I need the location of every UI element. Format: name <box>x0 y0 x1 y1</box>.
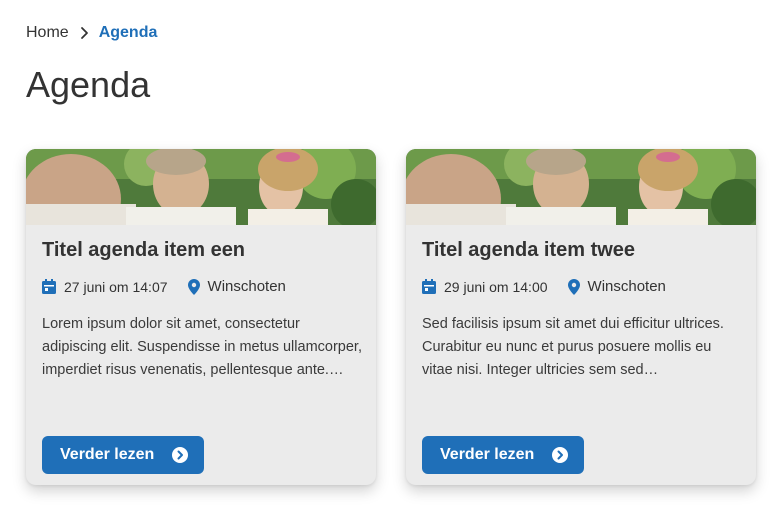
card-location: Winschoten <box>567 278 666 295</box>
page-title: Agenda <box>26 64 151 105</box>
breadcrumb: Home Agenda <box>26 24 157 42</box>
card-date: 29 juni om 14:00 <box>422 279 548 295</box>
card-title[interactable]: Titel agenda item een <box>42 239 360 262</box>
card-location-text: Winschoten <box>207 278 286 295</box>
calendar-icon <box>42 279 56 294</box>
map-pin-icon <box>187 278 200 295</box>
card-meta: 29 juni om 14:00 Winschoten <box>422 278 740 295</box>
arrow-right-circle-icon <box>172 447 189 463</box>
card-location-text: Winschoten <box>587 278 666 295</box>
read-more-label: Verder lezen <box>60 446 155 463</box>
read-more-label: Verder lezen <box>440 446 535 463</box>
chevron-right-icon <box>77 26 91 40</box>
card-date-text: 27 juni om 14:07 <box>64 278 168 295</box>
card-title[interactable]: Titel agenda item twee <box>422 239 740 262</box>
card-location: Winschoten <box>187 278 286 295</box>
agenda-card: Titel agenda item twee 29 juni om 14:00 <box>406 149 756 485</box>
agenda-card-list: Titel agenda item een 27 juni om 14:07 W… <box>26 149 756 485</box>
card-image <box>26 149 376 225</box>
agenda-card: Titel agenda item een 27 juni om 14:07 W… <box>26 149 376 485</box>
card-excerpt: Lorem ipsum dolor sit amet, consectetur … <box>42 316 362 378</box>
card-excerpt: Sed facilisis ipsum sit amet dui efficit… <box>422 316 724 378</box>
read-more-button[interactable]: Verder lezen <box>422 436 585 474</box>
breadcrumb-home-link[interactable]: Home <box>26 24 69 42</box>
map-pin-icon <box>567 278 580 295</box>
breadcrumb-current: Agenda <box>98 24 158 41</box>
card-date: 27 juni om 14:07 <box>42 279 168 295</box>
arrow-right-circle-icon <box>552 447 569 463</box>
card-image <box>406 149 756 225</box>
calendar-icon <box>422 279 436 294</box>
card-meta: 27 juni om 14:07 Winschoten <box>42 278 360 295</box>
card-date-text: 29 juni om 14:00 <box>444 278 548 295</box>
read-more-button[interactable]: Verder lezen <box>42 436 205 474</box>
